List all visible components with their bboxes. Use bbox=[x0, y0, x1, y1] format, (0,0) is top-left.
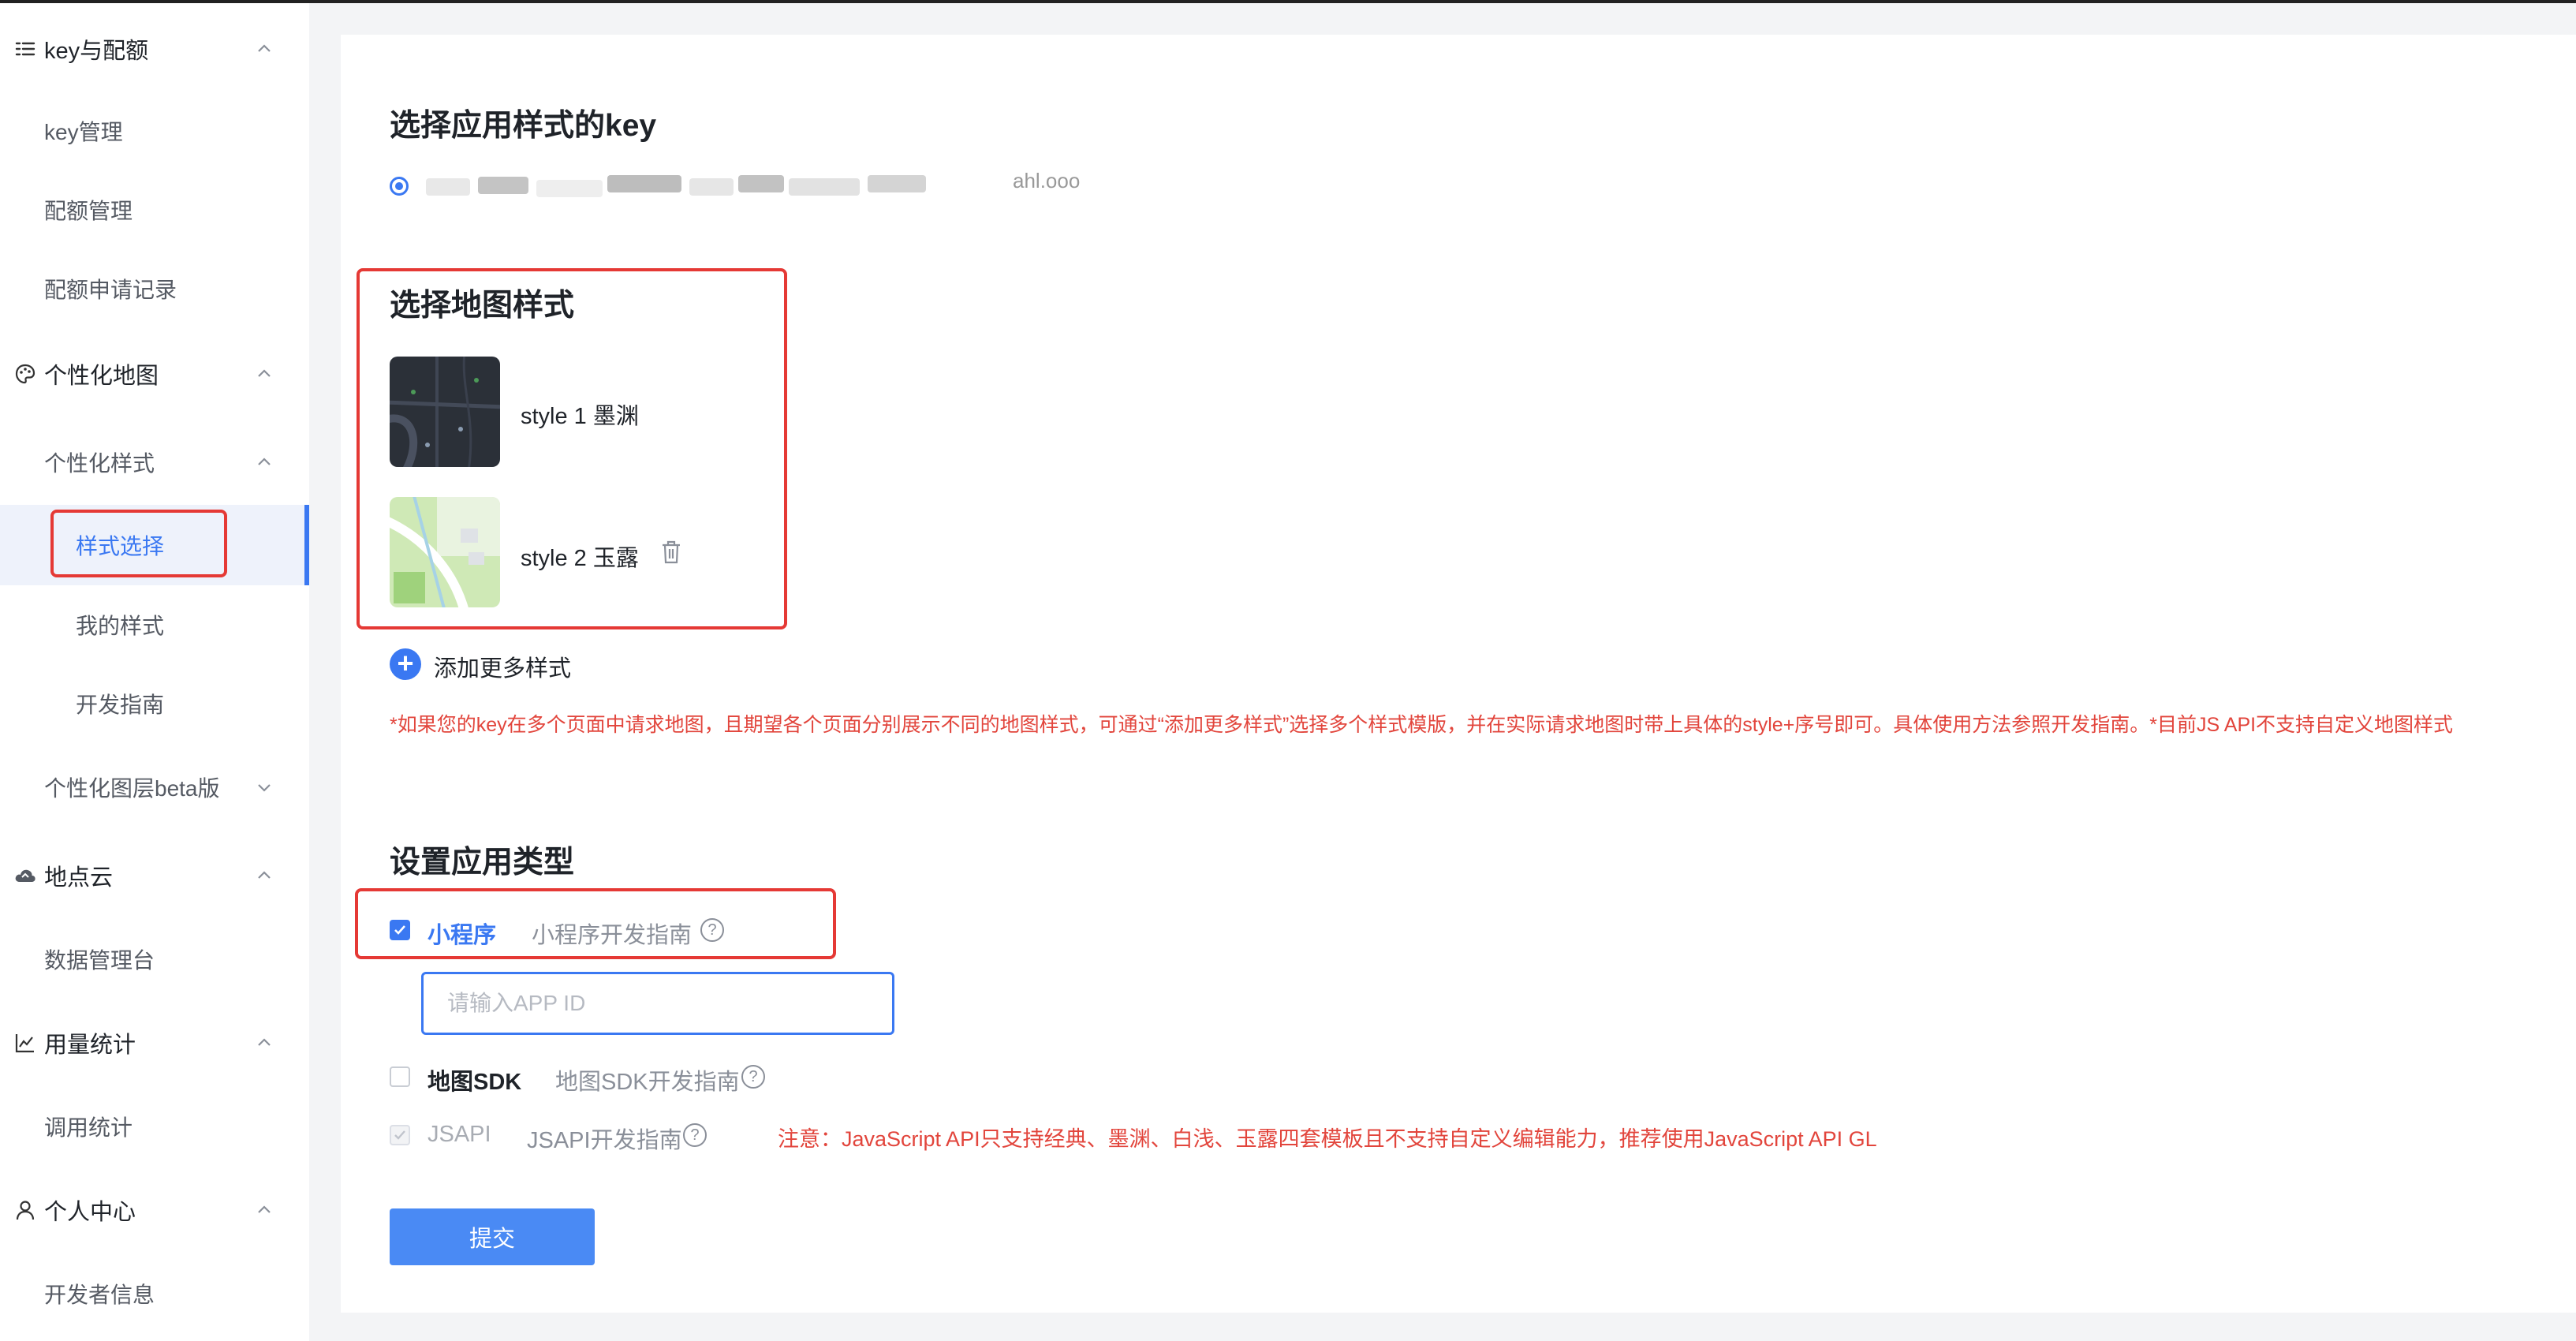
sidebar-item-quota-records[interactable]: 配额申请记录 bbox=[0, 257, 309, 320]
sidebar-subgroup-custom-layer-beta[interactable]: 个性化图层beta版 bbox=[0, 756, 309, 819]
chevron-up-icon[interactable] bbox=[254, 364, 274, 384]
sidebar-group-label: 个性化地图 bbox=[44, 364, 159, 389]
sidebar-item-dev-guide[interactable]: 开发指南 bbox=[0, 672, 309, 735]
app-id-input[interactable] bbox=[421, 972, 894, 1035]
sidebar-item-label: 调用统计 bbox=[44, 1115, 133, 1140]
green-map-thumbnail[interactable] bbox=[390, 497, 500, 607]
chart-line-icon bbox=[13, 1030, 38, 1055]
sidebar-group-label: 地点云 bbox=[44, 865, 114, 891]
user-icon bbox=[13, 1197, 38, 1223]
sidebar-item-data-console[interactable]: 数据管理台 bbox=[0, 928, 309, 991]
jsapi-label: JSAPI bbox=[427, 1122, 491, 1147]
add-more-styles-button[interactable]: 添加更多样式 bbox=[434, 650, 571, 683]
sidebar-item-label: key管理 bbox=[44, 120, 123, 144]
active-indicator bbox=[304, 505, 309, 585]
chevron-up-icon[interactable] bbox=[254, 865, 274, 886]
sidebar-item-label: 我的样式 bbox=[76, 614, 165, 638]
miniprogram-checkbox[interactable] bbox=[390, 920, 410, 940]
chevron-up-icon[interactable] bbox=[254, 39, 274, 59]
sidebar-item-label: 个性化样式 bbox=[44, 451, 155, 476]
jsapi-warning: 注意：JavaScript API只支持经典、墨渊、白浅、玉露四套模板且不支持自… bbox=[778, 1127, 1877, 1151]
list-icon bbox=[13, 36, 38, 62]
main-panel bbox=[341, 35, 2576, 1313]
sidebar-subgroup-custom-style[interactable]: 个性化样式 bbox=[0, 431, 309, 494]
sidebar-item-call-stats[interactable]: 调用统计 bbox=[0, 1095, 309, 1158]
sidebar-item-label: 配额管理 bbox=[44, 199, 133, 223]
map-sdk-label[interactable]: 地图SDK bbox=[427, 1063, 521, 1096]
chevron-down-icon[interactable] bbox=[254, 777, 274, 798]
sidebar: key与配额 key管理 配额管理 配额申请记录 个性化地图 个性化样式 样式选… bbox=[0, 3, 309, 1341]
key-radio[interactable] bbox=[390, 177, 409, 196]
miniprogram-guide-link[interactable]: 小程序开发指南 bbox=[532, 917, 692, 950]
sidebar-item-developer-info[interactable]: 开发者信息 bbox=[0, 1262, 309, 1325]
app-type-section-title: 设置应用类型 bbox=[390, 846, 575, 880]
sidebar-item-label: 配额申请记录 bbox=[44, 278, 177, 302]
sidebar-group-custom-map[interactable]: 个性化地图 bbox=[0, 342, 309, 405]
dark-map-thumbnail[interactable] bbox=[390, 357, 500, 467]
help-icon[interactable]: ? bbox=[700, 918, 724, 942]
add-style-icon[interactable]: + bbox=[390, 648, 421, 680]
sidebar-item-quota-manage[interactable]: 配额管理 bbox=[0, 178, 309, 241]
sidebar-item-label: 数据管理台 bbox=[44, 948, 155, 973]
highlight-box bbox=[50, 510, 227, 577]
key-section-title: 选择应用样式的key bbox=[390, 109, 657, 143]
sidebar-item-label: 开发指南 bbox=[76, 693, 165, 717]
submit-button[interactable]: 提交 bbox=[390, 1208, 595, 1265]
style-section-title: 选择地图样式 bbox=[390, 289, 575, 323]
chevron-up-icon[interactable] bbox=[254, 452, 274, 473]
jsapi-checkbox bbox=[390, 1125, 410, 1145]
sidebar-item-key-manage[interactable]: key管理 bbox=[0, 99, 309, 162]
sidebar-group-usage-stats[interactable]: 用量统计 bbox=[0, 1011, 309, 1074]
help-icon[interactable]: ? bbox=[683, 1123, 707, 1147]
map-sdk-checkbox[interactable] bbox=[390, 1066, 410, 1087]
jsapi-guide-link[interactable]: JSAPI开发指南 bbox=[527, 1122, 682, 1155]
style-1-label[interactable]: style 1 墨渊 bbox=[521, 398, 639, 431]
key-suffix: ahl.ooo bbox=[1013, 169, 1081, 192]
miniprogram-label[interactable]: 小程序 bbox=[427, 917, 496, 950]
cloud-icon bbox=[13, 863, 38, 888]
map-sdk-guide-link[interactable]: 地图SDK开发指南 bbox=[555, 1063, 740, 1096]
sidebar-item-label: 开发者信息 bbox=[44, 1283, 155, 1307]
sidebar-group-key-quota[interactable]: key与配额 bbox=[0, 17, 309, 80]
sidebar-group-personal-center[interactable]: 个人中心 bbox=[0, 1179, 309, 1242]
chevron-up-icon[interactable] bbox=[254, 1200, 274, 1220]
sidebar-group-label: 用量统计 bbox=[44, 1033, 136, 1058]
sidebar-group-label: 个人中心 bbox=[44, 1200, 136, 1225]
help-icon[interactable]: ? bbox=[741, 1065, 765, 1089]
window-top-border bbox=[0, 0, 2576, 3]
trash-icon[interactable] bbox=[659, 540, 683, 565]
chevron-up-icon[interactable] bbox=[254, 1033, 274, 1053]
palette-icon bbox=[13, 361, 38, 387]
sidebar-item-label: 个性化图层beta版 bbox=[44, 776, 220, 801]
multi-style-note: *如果您的key在多个页面中请求地图，且期望各个页面分别展示不同的地图样式，可通… bbox=[390, 714, 2454, 736]
style-2-label[interactable]: style 2 玉露 bbox=[521, 540, 639, 573]
sidebar-group-place-cloud[interactable]: 地点云 bbox=[0, 844, 309, 907]
sidebar-item-my-styles[interactable]: 我的样式 bbox=[0, 593, 309, 656]
sidebar-group-label: key与配额 bbox=[44, 39, 149, 64]
